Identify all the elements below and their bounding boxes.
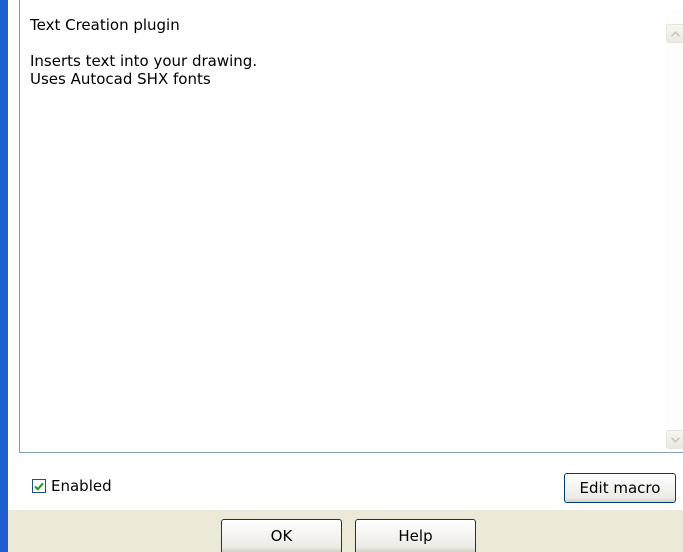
- plugin-dialog: Text Creation plugin Inserts text into y…: [0, 0, 683, 552]
- enabled-checkbox-row[interactable]: Enabled: [32, 477, 112, 495]
- ok-button[interactable]: OK: [221, 519, 342, 552]
- scroll-up-button[interactable]: [666, 24, 683, 43]
- description-text: Text Creation plugin Inserts text into y…: [30, 16, 650, 88]
- help-button[interactable]: Help: [355, 519, 476, 552]
- window-left-border: [0, 0, 8, 552]
- plugin-panel: Text Creation plugin Inserts text into y…: [8, 0, 683, 510]
- enabled-checkbox[interactable]: [32, 479, 46, 493]
- chevron-up-icon: [671, 30, 680, 37]
- edit-macro-button[interactable]: Edit macro: [564, 473, 676, 503]
- description-line-2: Uses Autocad SHX fonts: [30, 70, 211, 88]
- checkmark-icon: [34, 477, 44, 495]
- enabled-label: Enabled: [51, 477, 112, 495]
- description-textarea[interactable]: Text Creation plugin Inserts text into y…: [19, 0, 683, 453]
- description-title: Text Creation plugin: [30, 16, 180, 34]
- description-line-1: Inserts text into your drawing.: [30, 52, 258, 70]
- chevron-down-icon: [671, 436, 680, 443]
- vertical-scrollbar[interactable]: [666, 10, 683, 449]
- scroll-down-button[interactable]: [666, 430, 683, 449]
